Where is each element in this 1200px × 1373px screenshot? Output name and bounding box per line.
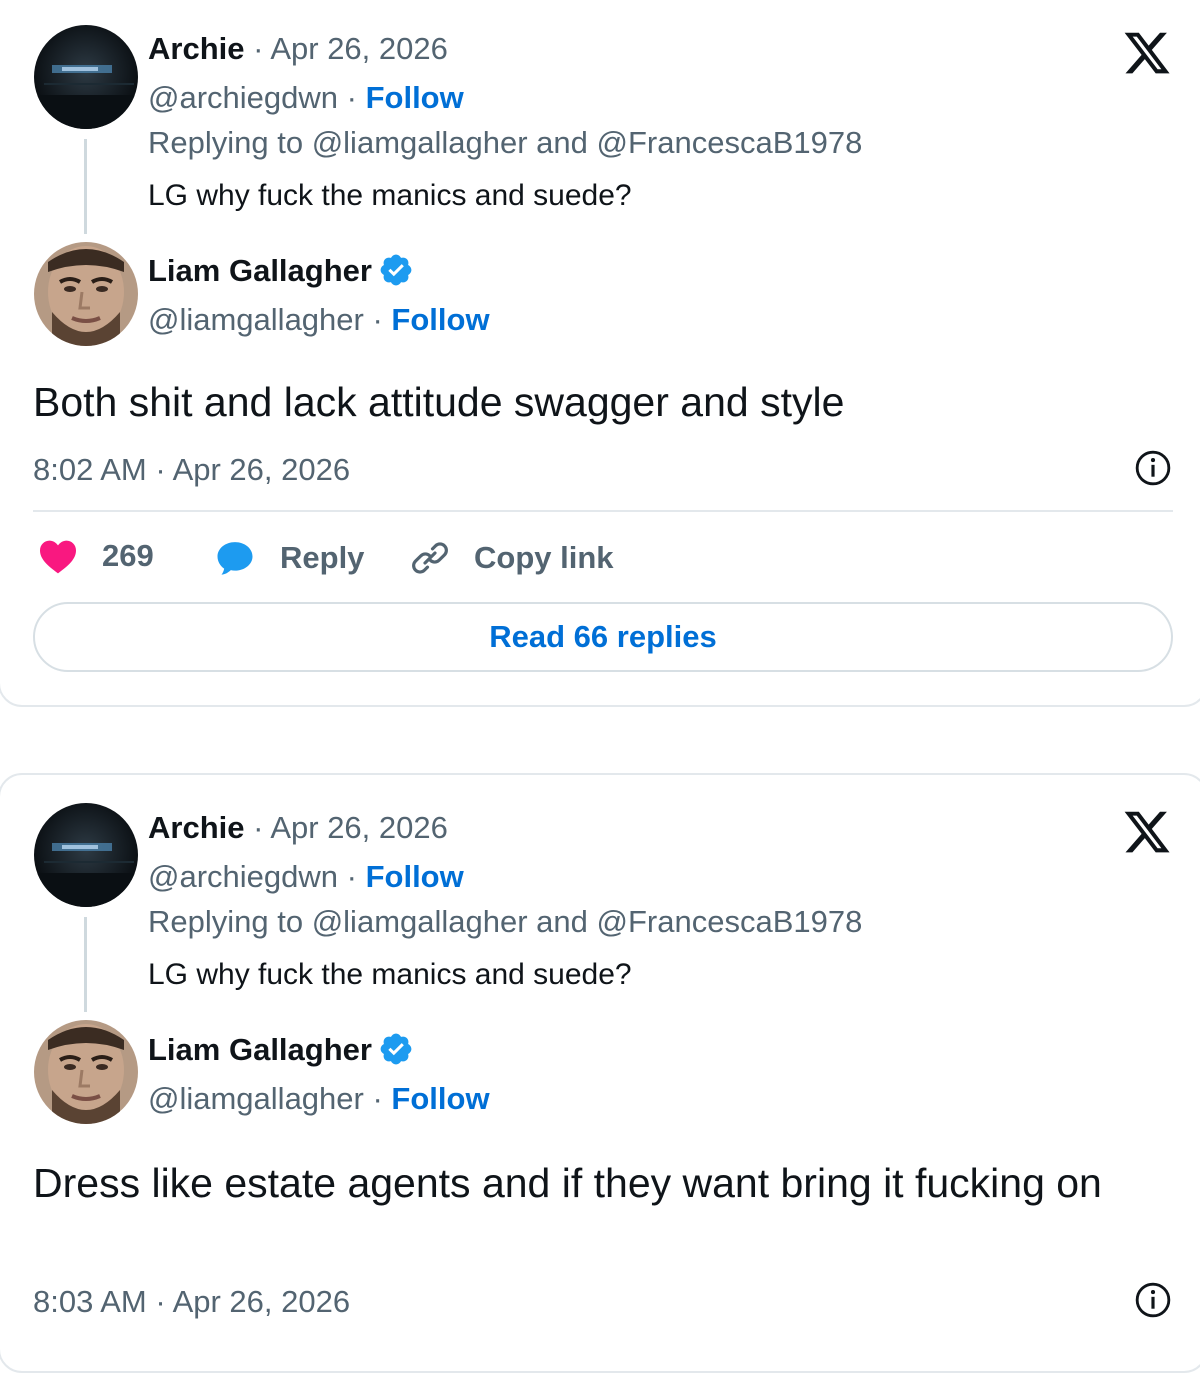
read-replies-button[interactable]: Read 66 replies bbox=[33, 602, 1173, 672]
tweet-embed-card-1: Archie · Apr 26, 2026 @archiegdwn · Foll… bbox=[0, 0, 1200, 707]
replying-to-text: Replying to @liamgallagher and @Francesc… bbox=[148, 125, 863, 160]
follow-archie-button[interactable]: Follow bbox=[366, 859, 464, 894]
thread-connector-line bbox=[84, 139, 87, 234]
liam-gallagher-avatar[interactable] bbox=[34, 242, 138, 346]
follow-liam-button[interactable]: Follow bbox=[391, 1081, 489, 1116]
reply-author-name[interactable]: Liam Gallagher bbox=[148, 1032, 372, 1067]
copy-link-button[interactable]: Copy link bbox=[410, 538, 614, 578]
speech-bubble-icon bbox=[217, 542, 253, 575]
parent-date[interactable]: · Apr 26, 2026 bbox=[253, 810, 448, 845]
reply-tweet-text: Dress like estate agents and if they wan… bbox=[33, 1160, 1102, 1206]
info-icon[interactable] bbox=[1134, 1281, 1172, 1319]
x-logo-icon[interactable] bbox=[1122, 28, 1172, 78]
follow-liam-button[interactable]: Follow bbox=[391, 302, 489, 337]
tweet-embed-card-2: Archie · Apr 26, 2026 @archiegdwn · Foll… bbox=[0, 773, 1200, 1373]
separator-dot: · bbox=[338, 80, 366, 115]
verified-badge-icon bbox=[380, 254, 412, 286]
parent-handle-line: @archiegdwn · Follow bbox=[148, 80, 464, 116]
reply-handle[interactable]: @liamgallagher bbox=[148, 1081, 364, 1116]
parent-handle-line: @archiegdwn · Follow bbox=[148, 859, 464, 895]
x-logo-icon[interactable] bbox=[1122, 807, 1172, 857]
parent-author-line: Archie · Apr 26, 2026 bbox=[148, 810, 448, 846]
reply-button[interactable]: Reply bbox=[214, 538, 364, 578]
reply-author-line: Liam Gallagher bbox=[148, 1032, 414, 1070]
liam-gallagher-avatar[interactable] bbox=[34, 1020, 138, 1124]
info-icon[interactable] bbox=[1134, 449, 1172, 487]
archie-avatar[interactable] bbox=[34, 803, 138, 907]
verified-badge-icon bbox=[380, 1033, 412, 1065]
tweet-timestamp[interactable]: 8:03 AM · Apr 26, 2026 bbox=[33, 1284, 350, 1320]
archie-avatar[interactable] bbox=[34, 25, 138, 129]
reply-handle-line: @liamgallagher · Follow bbox=[148, 1081, 490, 1117]
thread-connector-line bbox=[84, 917, 87, 1012]
reply-author-line: Liam Gallagher bbox=[148, 253, 414, 291]
reply-label: Reply bbox=[280, 540, 365, 575]
tweet-timestamp[interactable]: 8:02 AM · Apr 26, 2026 bbox=[33, 452, 350, 488]
replying-to-text: Replying to @liamgallagher and @Francesc… bbox=[148, 904, 863, 939]
separator-dot: · bbox=[338, 859, 366, 894]
heart-icon bbox=[40, 540, 76, 574]
divider bbox=[33, 510, 1173, 512]
follow-archie-button[interactable]: Follow bbox=[366, 80, 464, 115]
reply-tweet-text: Both shit and lack attitude swagger and … bbox=[33, 379, 845, 425]
reply-handle[interactable]: @liamgallagher bbox=[148, 302, 364, 337]
like-button[interactable]: 269 bbox=[38, 538, 154, 574]
parent-author-line: Archie · Apr 26, 2026 bbox=[148, 31, 448, 67]
reply-handle-line: @liamgallagher · Follow bbox=[148, 302, 490, 338]
separator-dot: · bbox=[363, 302, 392, 337]
parent-handle[interactable]: @archiegdwn bbox=[148, 80, 338, 115]
parent-tweet-text: LG why fuck the manics and suede? bbox=[148, 179, 632, 212]
parent-tweet-text: LG why fuck the manics and suede? bbox=[148, 958, 632, 991]
link-icon bbox=[412, 542, 448, 574]
reply-author-name[interactable]: Liam Gallagher bbox=[148, 253, 372, 288]
separator-dot: · bbox=[363, 1081, 392, 1116]
parent-author-name[interactable]: Archie bbox=[148, 810, 244, 845]
copy-link-label: Copy link bbox=[474, 540, 614, 575]
like-count: 269 bbox=[102, 538, 154, 573]
parent-date[interactable]: · Apr 26, 2026 bbox=[253, 31, 448, 66]
parent-author-name[interactable]: Archie bbox=[148, 31, 244, 66]
parent-handle[interactable]: @archiegdwn bbox=[148, 859, 338, 894]
